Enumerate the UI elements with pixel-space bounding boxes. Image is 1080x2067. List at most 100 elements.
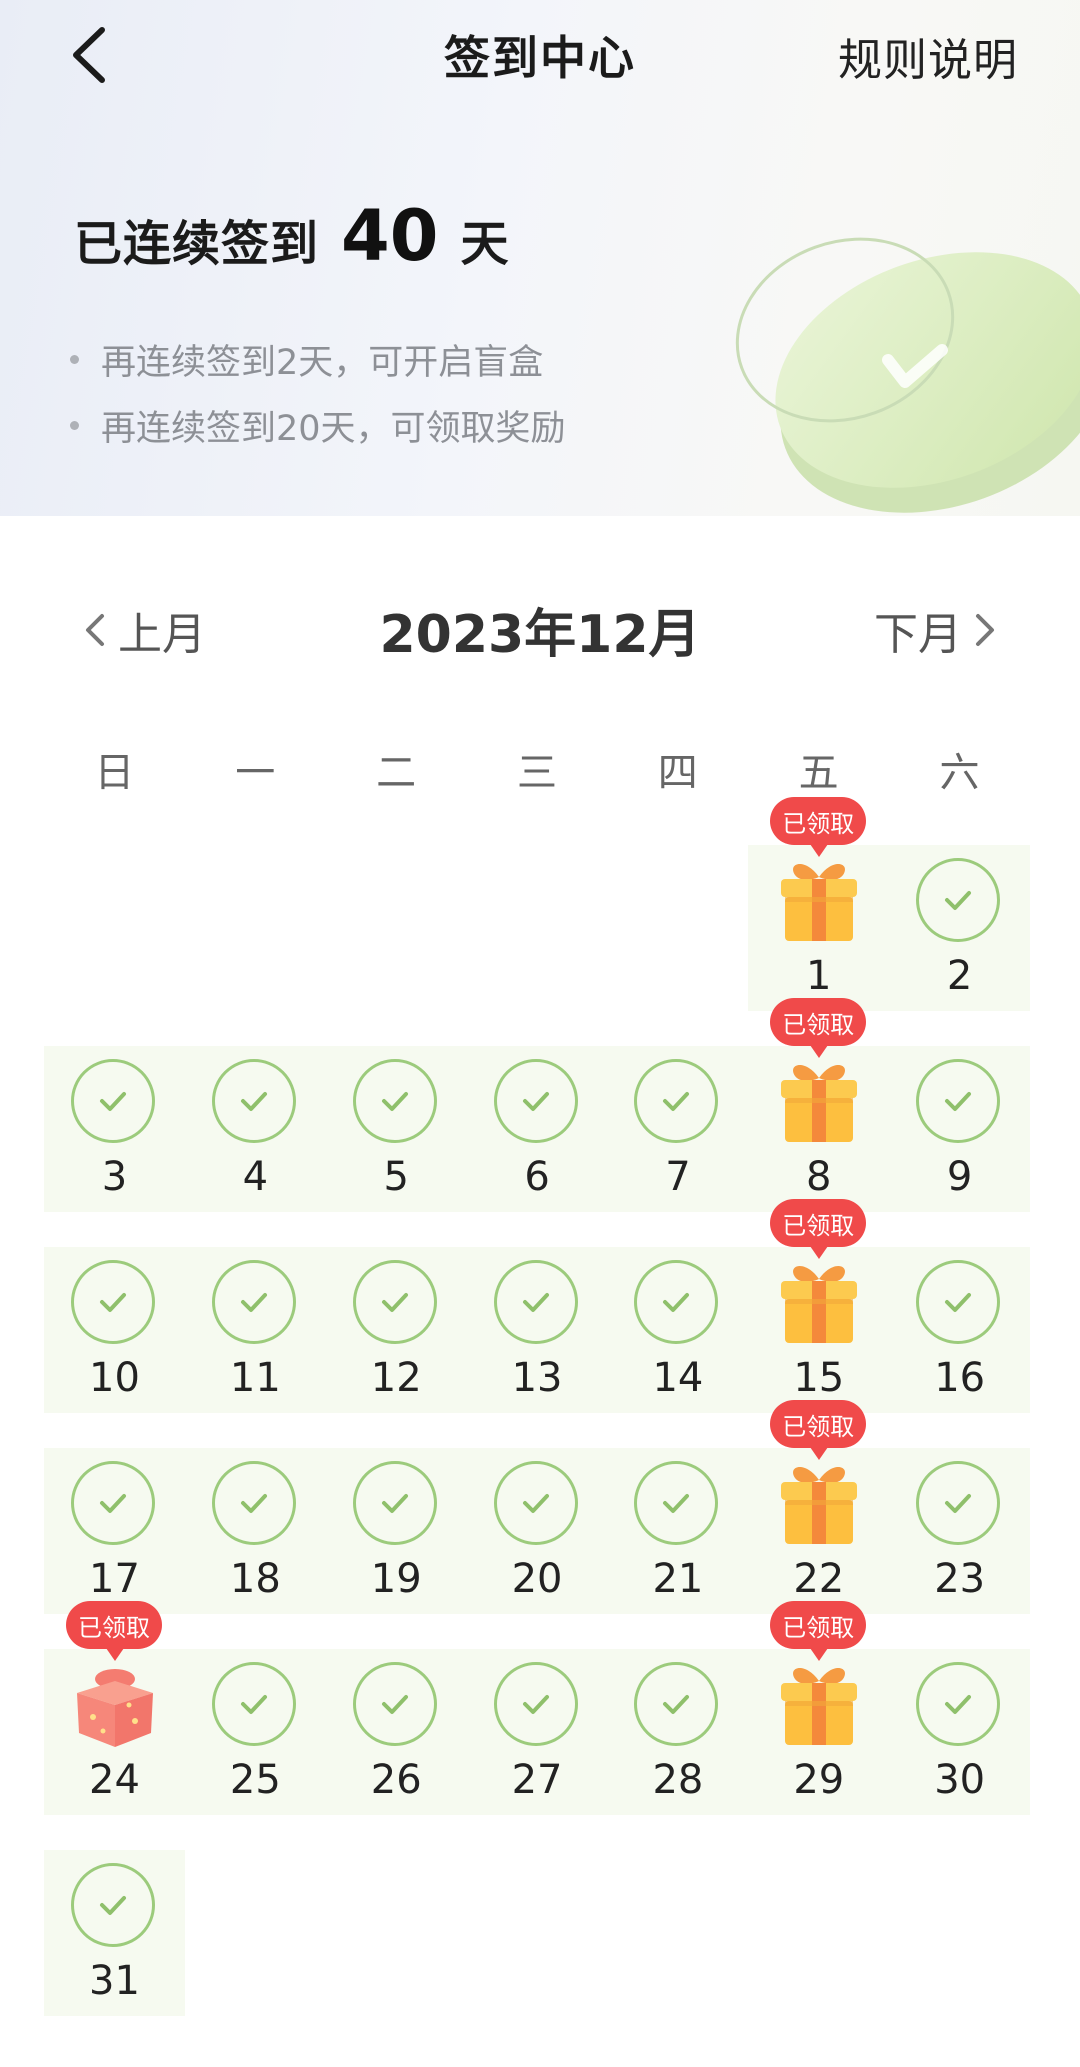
day-cell-4[interactable]: 4 [184,1046,326,1212]
day-cell-31[interactable]: 31 [44,1850,185,2016]
bullet-icon [70,420,79,430]
month-navigation: 上月 2023年12月 下月 [0,580,1080,670]
checked-in-badge [211,1260,296,1344]
check-icon [663,1293,690,1312]
day-cell-24[interactable]: 已领取 24 [44,1601,185,1815]
day-cell-16[interactable]: 16 [889,1247,1031,1413]
tip-item: 再连续签到20天，可领取奖励 [70,392,566,458]
day-cell-19[interactable]: 19 [325,1448,467,1614]
gift-icon [781,1667,858,1745]
day-cell-15[interactable]: 已领取 15 [748,1199,890,1413]
day-cell-11[interactable]: 11 [184,1247,326,1413]
checked-in-badge [916,1461,1001,1545]
streak-prefix: 已连续签到 [74,216,320,272]
tip-item: 再连续签到2天，可开启盲盒 [70,326,566,392]
day-cell-17[interactable]: 17 [44,1448,185,1614]
day-number: 17 [89,1556,140,1602]
day-number: 19 [370,1556,422,1602]
day-cell-18[interactable]: 18 [184,1448,326,1614]
day-number: 24 [89,1757,140,1803]
day-cell-25[interactable]: 25 [184,1649,326,1815]
checked-in-badge [634,1059,719,1143]
day-cell-28[interactable]: 28 [607,1649,749,1815]
check-icon [381,1293,408,1312]
checked-in-badge [634,1461,719,1545]
day-cell-5[interactable]: 5 [325,1046,467,1212]
checked-in-badge [493,1461,578,1545]
checked-in-badge [916,1662,1001,1746]
day-cell-26[interactable]: 26 [325,1649,467,1815]
day-number: 10 [89,1355,140,1401]
day-number: 21 [652,1556,704,1602]
day-number: 4 [242,1154,269,1200]
check-icon [381,1695,408,1714]
checked-in-badge [352,1461,437,1545]
day-number: 26 [370,1757,422,1803]
day-number: 1 [806,953,832,999]
weekday-label: 三 [516,750,557,796]
checked-in-badge [71,1260,155,1344]
claimed-tag: 已领取 [770,998,867,1058]
checked-in-badge [493,1662,578,1746]
day-cell-14[interactable]: 14 [607,1247,749,1413]
check-icon [663,1695,690,1714]
day-cell-12[interactable]: 12 [325,1247,467,1413]
check-icon [240,1494,267,1513]
checked-in-badge [493,1059,578,1143]
checked-in-badge [211,1059,296,1143]
checked-in-badge [71,1059,155,1143]
claimed-tag: 已领取 [770,1400,867,1460]
blind-box-icon [77,1669,153,1747]
week-row: 31 [44,1850,1030,2016]
week-row: 17 18 19 20 21 已领取 22 23 [44,1400,1031,1614]
gift-icon [781,1265,858,1343]
day-cell-30[interactable]: 30 [889,1649,1031,1815]
streak-summary: 已连续签到 40 天 [74,195,508,285]
checked-in-badge [493,1260,578,1344]
rules-link[interactable]: 规则说明 [838,24,1018,88]
day-number: 27 [511,1757,563,1803]
day-cell-29[interactable]: 已领取 29 [748,1601,890,1815]
next-month-button[interactable]: 下月 [874,598,1000,662]
day-number: 31 [89,1958,140,2004]
check-icon [522,1092,549,1111]
checked-in-badge [916,1260,1001,1344]
day-cell-21[interactable]: 21 [607,1448,749,1614]
day-cell-7[interactable]: 7 [607,1046,749,1212]
check-icon [522,1494,549,1513]
day-cell-2[interactable]: 2 [889,845,1031,1011]
day-number: 3 [101,1154,128,1200]
day-cell-8[interactable]: 已领取 8 [748,998,890,1212]
weekday-label: 一 [235,750,276,796]
day-number: 29 [793,1757,845,1803]
day-cell-23[interactable]: 23 [889,1448,1031,1614]
day-number: 18 [229,1556,281,1602]
day-cell-20[interactable]: 20 [466,1448,608,1614]
day-cell-3[interactable]: 3 [44,1046,185,1212]
checked-in-badge [634,1662,719,1746]
check-icon [240,1695,267,1714]
day-cell-10[interactable]: 10 [44,1247,185,1413]
day-cell-1[interactable]: 已领取 1 [748,797,890,1011]
day-cell-27[interactable]: 27 [466,1649,608,1815]
tip-text: 再连续签到2天，可开启盲盒 [101,342,544,383]
day-cell-22[interactable]: 已领取 22 [748,1400,890,1614]
day-cell-13[interactable]: 13 [466,1247,608,1413]
day-number: 12 [370,1355,422,1401]
week-row: 10 11 12 13 14 已领取 15 16 [44,1199,1031,1413]
chevron-right-icon [976,614,994,646]
day-number: 8 [806,1154,832,1200]
weekday-label: 五 [798,750,839,796]
day-cell-9[interactable]: 9 [889,1046,1031,1212]
gift-icon [781,1064,858,1142]
check-icon [522,1293,549,1312]
streak-tips: 再连续签到2天，可开启盲盒 再连续签到20天，可领取奖励 [70,326,566,458]
day-number: 14 [652,1355,704,1401]
check-icon [240,1092,267,1111]
check-icon [381,1092,408,1111]
day-cell-6[interactable]: 6 [466,1046,608,1212]
day-number: 28 [652,1757,704,1803]
weekday-label: 四 [657,750,698,796]
day-number: 23 [934,1556,986,1602]
checkmark-badge-decoration [735,237,1080,513]
